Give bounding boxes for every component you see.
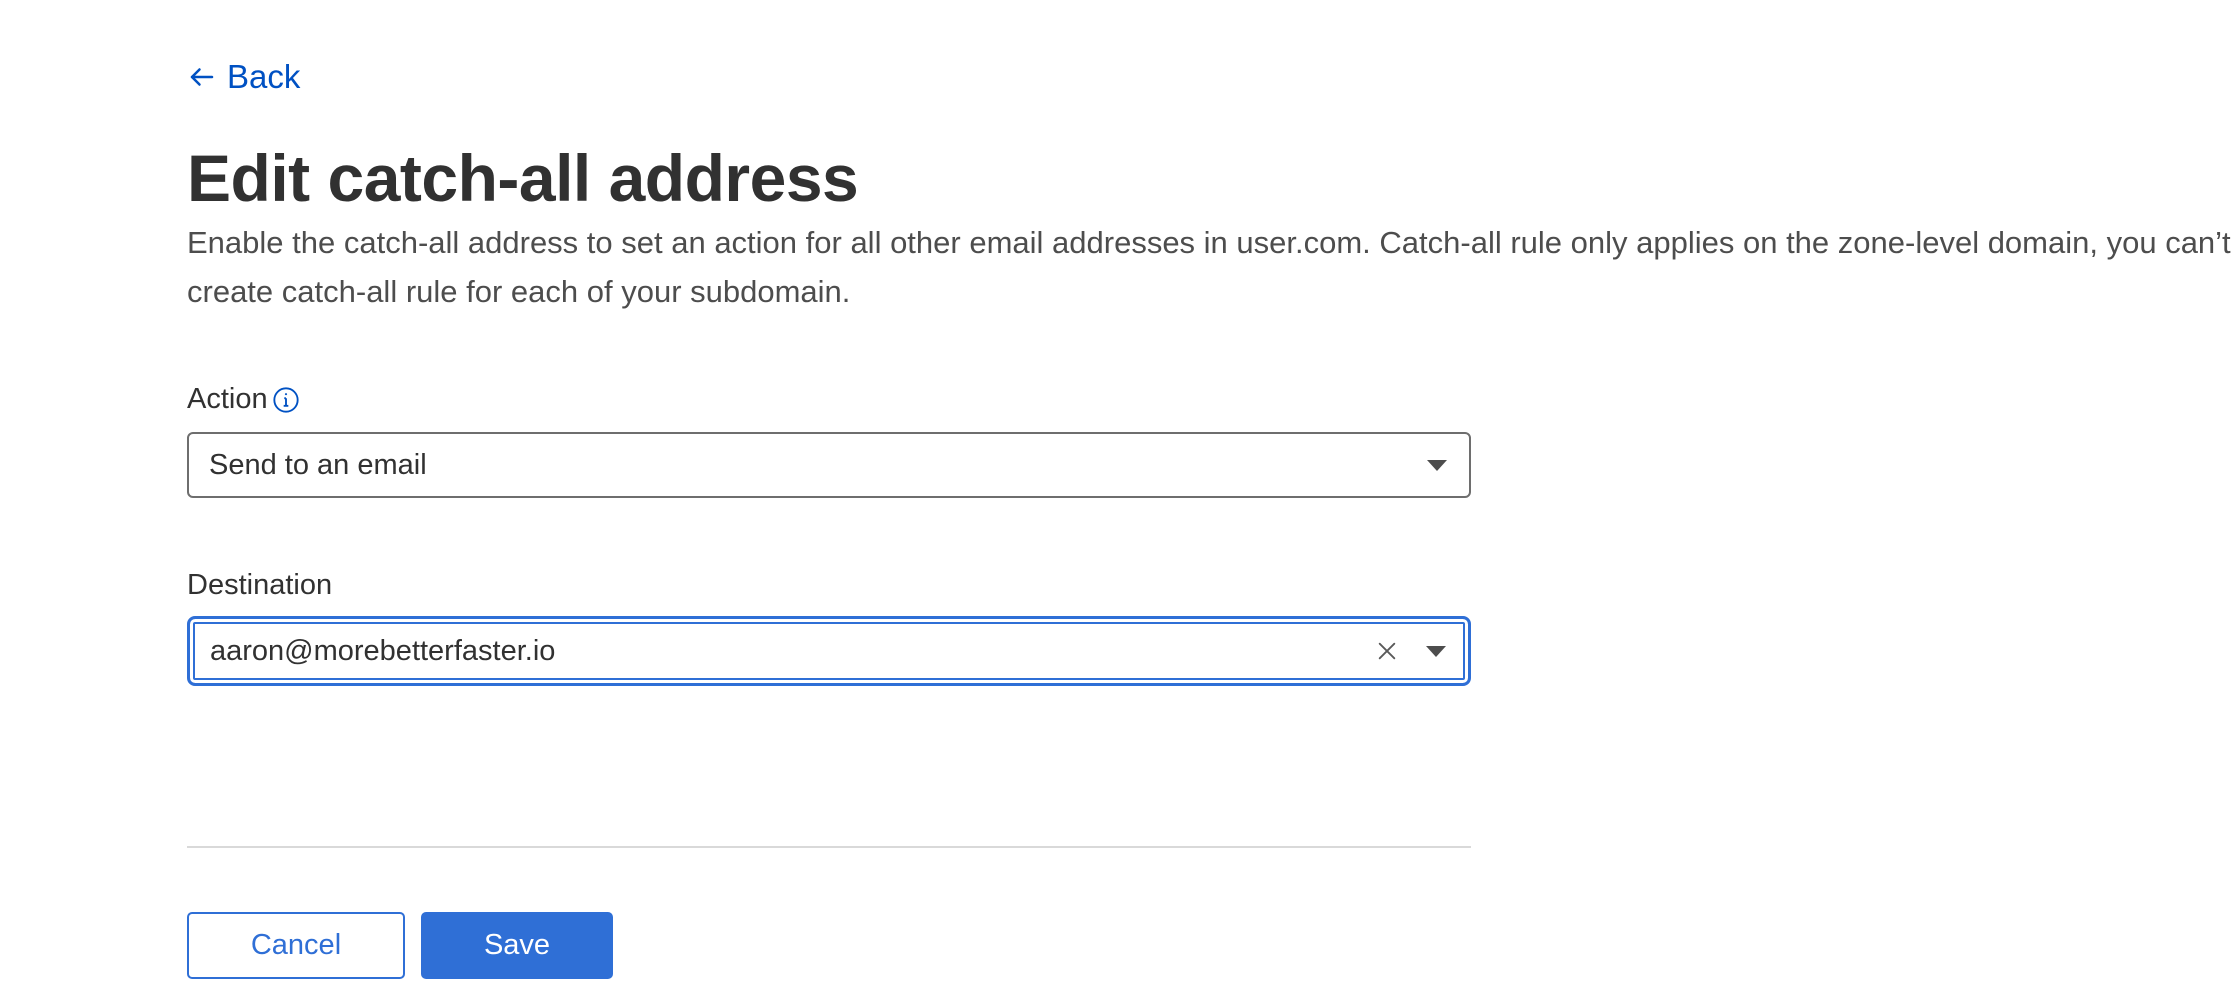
- destination-select-value: aaron@morebetterfaster.io: [210, 634, 556, 667]
- form-divider: [187, 846, 1471, 848]
- chevron-down-icon[interactable]: [1427, 459, 1447, 471]
- page-title: Edit catch-all address: [187, 141, 859, 215]
- destination-field-label-row: Destination: [187, 569, 332, 602]
- action-select-value: Send to an email: [209, 448, 427, 481]
- destination-label: Destination: [187, 569, 333, 601]
- back-link-label: Back: [227, 58, 301, 95]
- cancel-button[interactable]: Cancel: [187, 912, 405, 979]
- info-icon[interactable]: [272, 386, 300, 414]
- close-icon[interactable]: [1376, 640, 1398, 662]
- action-label: Action: [187, 383, 268, 415]
- chevron-down-icon[interactable]: [1426, 645, 1446, 657]
- action-field-label-row: Action: [187, 383, 300, 416]
- arrow-left-icon: [190, 68, 214, 86]
- page-description: Enable the catch-all address to set an a…: [187, 225, 2231, 309]
- save-button[interactable]: Save: [421, 912, 613, 979]
- edit-catch-all-page: Back Edit catch-all address Enable the c…: [187, 0, 2232, 1006]
- action-select[interactable]: Send to an email: [187, 432, 1471, 498]
- destination-select[interactable]: aaron@morebetterfaster.io: [187, 616, 1471, 686]
- back-link[interactable]: Back: [187, 58, 300, 96]
